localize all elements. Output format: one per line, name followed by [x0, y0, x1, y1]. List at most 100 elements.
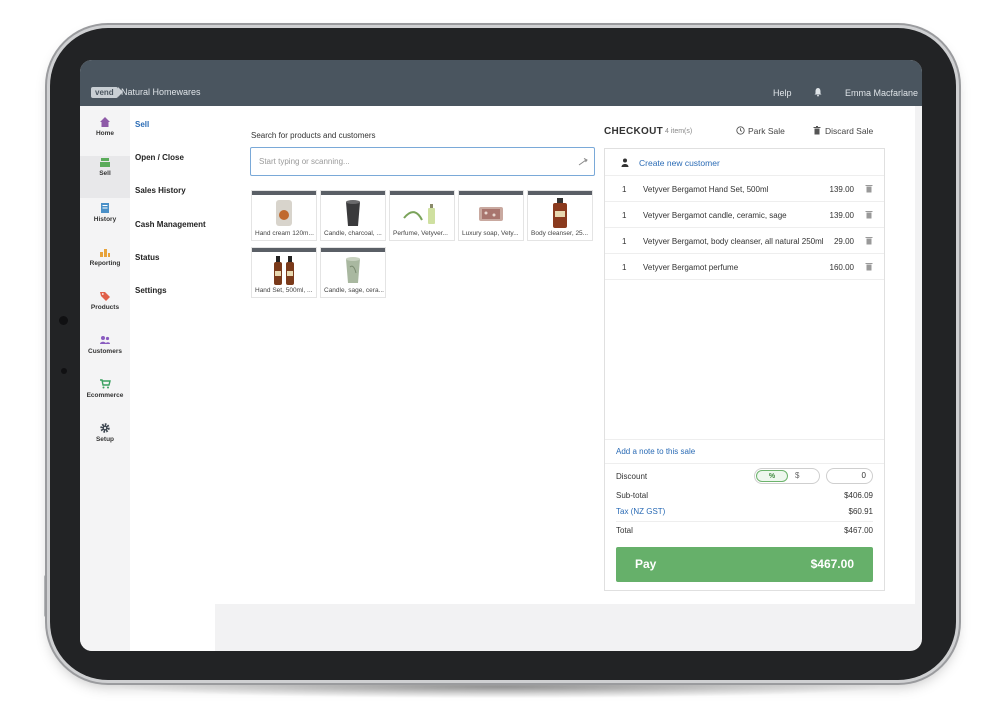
nav-item-ecommerce[interactable]: Ecommerce [80, 378, 130, 420]
total-label: Total [616, 526, 633, 535]
app-screen: vend Natural Homewares Help Emma Macfarl… [80, 60, 922, 651]
divider [605, 463, 884, 464]
discard-sale-button[interactable]: Discard Sale [813, 126, 873, 136]
sale-line-item[interactable]: 1 Vetyver Bergamot Hand Set, 500ml 139.0… [605, 176, 884, 202]
line-price[interactable]: 139.00 [830, 211, 854, 220]
line-qty[interactable]: 1 [622, 185, 626, 194]
subnav-item-cash-management[interactable]: Cash Management [135, 220, 206, 229]
scan-icon[interactable] [578, 157, 588, 167]
product-tile[interactable]: Hand Set, 500ml, ... [251, 247, 317, 298]
line-price[interactable]: 160.00 [830, 263, 854, 272]
camera [59, 316, 68, 325]
product-image [528, 195, 592, 230]
sale-line-item[interactable]: 1 Vetyver Bergamot, body cleanser, all n… [605, 228, 884, 254]
nav-item-setup[interactable]: Setup [80, 422, 130, 464]
top-bar: vend Natural Homewares Help Emma Macfarl… [80, 60, 922, 106]
gear-icon [100, 423, 110, 433]
subnav-item-open-close[interactable]: Open / Close [135, 153, 184, 162]
line-qty[interactable]: 1 [622, 211, 626, 220]
trash-icon [813, 126, 821, 135]
nav-label: Sell [99, 170, 111, 177]
store-name: Natural Homewares [121, 87, 201, 97]
add-note-link[interactable]: Add a note to this sale [616, 447, 695, 456]
delete-icon[interactable] [865, 236, 873, 245]
product-tile[interactable]: Luxury soap, Vety... [458, 190, 524, 241]
nav-label: Products [90, 304, 120, 311]
create-customer-link[interactable]: Create new customer [639, 158, 720, 168]
product-image [321, 252, 385, 287]
nav-item-history[interactable]: History [80, 202, 130, 244]
delete-icon[interactable] [865, 262, 873, 271]
bell-icon[interactable] [813, 87, 823, 97]
subnav-item-settings[interactable]: Settings [135, 286, 167, 295]
divider [616, 521, 873, 522]
nav-item-customers[interactable]: Customers [80, 334, 130, 376]
tag-icon [100, 292, 110, 301]
total-row: Total $467.00 [616, 526, 873, 535]
sensor [61, 368, 67, 374]
nav-label: History [93, 216, 117, 223]
customers-icon [100, 336, 110, 344]
line-qty[interactable]: 1 [622, 263, 626, 272]
divider [605, 439, 884, 440]
product-tile[interactable]: Candle, sage, cera... [320, 247, 386, 298]
search-placeholder: Start typing or scanning... [259, 157, 350, 166]
tax-value: $60.91 [848, 507, 873, 516]
reporting-icon [100, 249, 110, 257]
product-image [252, 252, 316, 287]
delete-icon[interactable] [865, 184, 873, 193]
discount-label: Discount [616, 472, 648, 481]
search-label: Search for products and customers [251, 131, 376, 140]
nav-label: Reporting [89, 260, 121, 267]
line-price[interactable]: 139.00 [830, 185, 854, 194]
park-sale-button[interactable]: Park Sale [736, 126, 785, 136]
subtotal-label: Sub-total [616, 491, 649, 500]
product-image [459, 195, 523, 230]
nav-label: Home [95, 130, 115, 137]
product-image [252, 195, 316, 230]
item-count: 4 item(s) [665, 128, 693, 135]
sale-line-item[interactable]: 1 Vetyver Bergamot perfume 160.00 [605, 254, 884, 280]
pay-button[interactable]: Pay $467.00 [616, 547, 873, 582]
line-price[interactable]: 29.00 [834, 237, 854, 246]
home-icon [100, 117, 110, 127]
cart-icon [100, 379, 111, 389]
nav-item-reporting[interactable]: Reporting [80, 246, 130, 288]
person-icon [621, 158, 629, 167]
total-value: $467.00 [844, 526, 873, 535]
subnav-item-sell[interactable]: Sell [135, 120, 149, 129]
product-tile[interactable]: Candle, charcoal, ... [320, 190, 386, 241]
create-customer-row[interactable]: Create new customer [605, 149, 884, 176]
tax-label[interactable]: Tax (NZ GST) [616, 507, 665, 516]
discount-type-toggle[interactable]: % $ [754, 468, 820, 484]
nav-item-products[interactable]: Products [80, 290, 130, 332]
product-tile[interactable]: Perfume, Vetyver... [389, 190, 455, 241]
sub-nav: Sell Open / Close Sales History Cash Man… [130, 106, 215, 651]
product-tile[interactable]: Hand cream 120m... [251, 190, 317, 241]
nav-label: Setup [95, 436, 115, 443]
user-menu[interactable]: Emma Macfarlane [845, 88, 918, 98]
help-link[interactable]: Help [773, 88, 792, 98]
checkout-title: CHECKOUT [604, 126, 664, 137]
line-qty[interactable]: 1 [622, 237, 626, 246]
line-name: Vetyver Bergamot, body cleanser, all nat… [643, 237, 824, 246]
discard-sale-label: Discard Sale [825, 126, 874, 136]
line-name: Vetyver Bergamot perfume [643, 263, 739, 272]
delete-icon[interactable] [865, 210, 873, 219]
product-tile[interactable]: Body cleanser, 25... [527, 190, 593, 241]
nav-label: Customers [88, 348, 122, 355]
subnav-item-sales-history[interactable]: Sales History [135, 186, 186, 195]
subnav-item-status[interactable]: Status [135, 253, 159, 262]
discount-input[interactable]: 0 [826, 468, 873, 484]
percent-option[interactable]: % [756, 470, 788, 482]
vend-logo[interactable]: vend [91, 87, 123, 98]
product-name: Hand Set, 500ml, ... [255, 287, 313, 294]
subtotal-value: $406.09 [844, 491, 873, 500]
dollar-option[interactable]: $ [795, 471, 799, 480]
search-input[interactable]: Start typing or scanning... [250, 147, 595, 176]
nav-item-home[interactable]: Home [80, 116, 130, 158]
pay-amount: $467.00 [810, 557, 854, 571]
nav-item-sell[interactable]: Sell [80, 156, 130, 198]
line-name: Vetyver Bergamot candle, ceramic, sage [643, 211, 787, 220]
sale-line-item[interactable]: 1 Vetyver Bergamot candle, ceramic, sage… [605, 202, 884, 228]
